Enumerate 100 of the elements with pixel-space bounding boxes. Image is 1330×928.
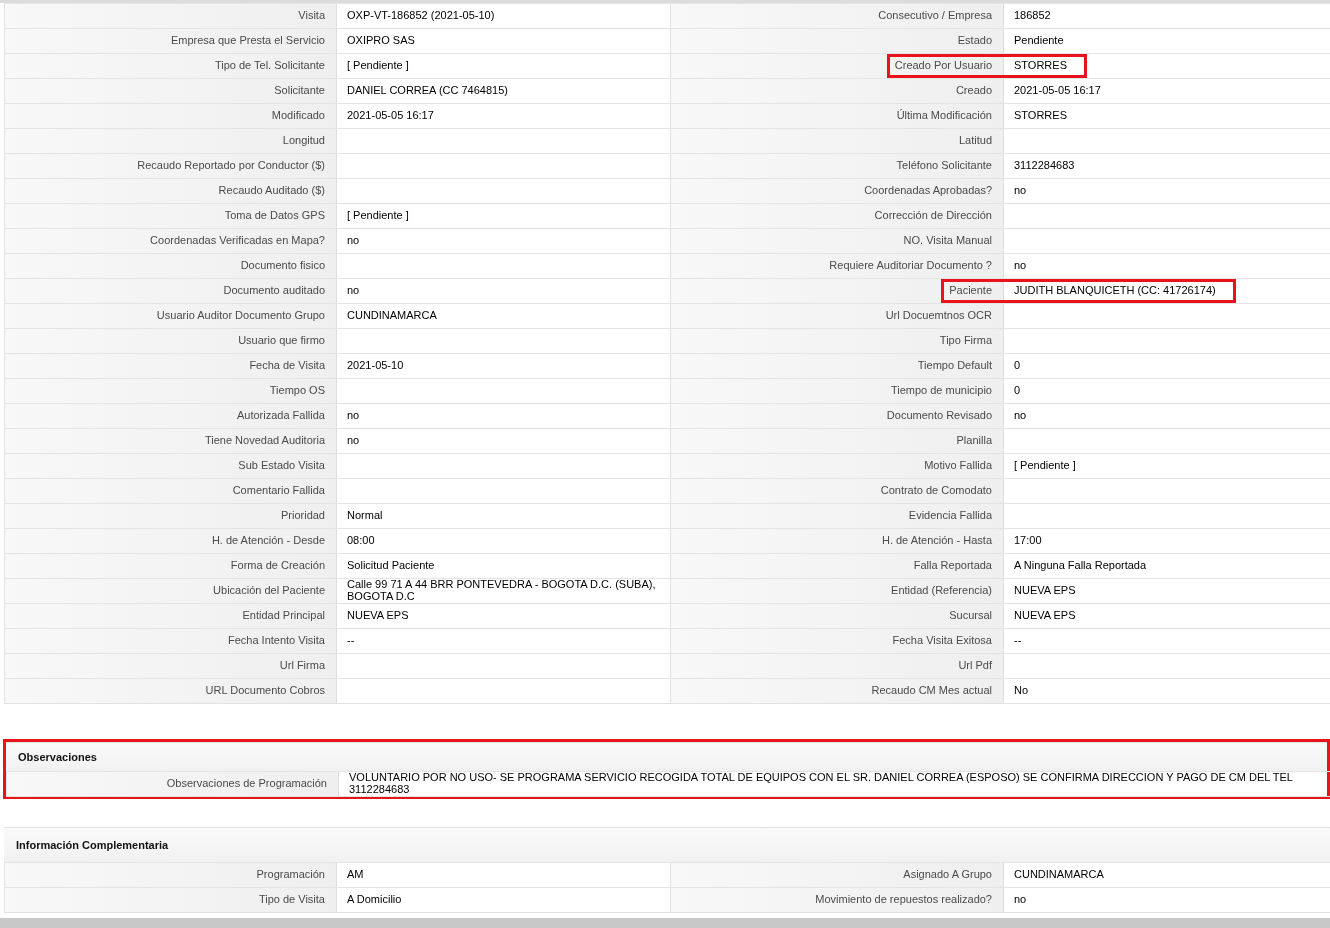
field-value: Calle 99 71 A 44 BRR PONTEVEDRA - BOGOTA D.C. (SUBA), BOGOTA D.C	[346, 579, 657, 603]
field-label: Requiere Auditoriar Documento ?	[670, 254, 1004, 278]
field-label: Observaciones de Programación	[6, 772, 339, 796]
field-label: Tipo de Visita	[4, 888, 337, 912]
field-label: Tiene Novedad Auditoria	[4, 429, 337, 453]
field-label: Tipo Firma	[670, 329, 1004, 353]
field-value: 0	[1013, 358, 1022, 374]
field-value: 2021-05-10	[346, 358, 405, 374]
field-value: Solicitud Paciente	[346, 558, 436, 574]
field-value: AM	[346, 867, 365, 883]
field-label: Motivo Fallida	[670, 454, 1004, 478]
field-value: 08:00	[346, 533, 376, 549]
field-label: Empresa que Presta el Servicio	[4, 29, 337, 53]
field-label: Recaudo Auditado ($)	[4, 179, 337, 203]
field-value: no	[1013, 892, 1028, 908]
field-label: Fecha de Visita	[4, 354, 337, 378]
field-label: Programación	[4, 863, 337, 887]
field-label: Entidad Principal	[4, 604, 337, 628]
field-label: Estado	[670, 29, 1004, 53]
field-label: Fecha Intento Visita	[4, 629, 337, 653]
field-label: Recaudo Reportado por Conductor ($)	[4, 154, 337, 178]
field-value: no	[1013, 258, 1028, 274]
field-label: Planilla	[670, 429, 1004, 453]
field-value: NUEVA EPS	[346, 608, 410, 624]
field-label: Coordenadas Verificadas en Mapa?	[4, 229, 337, 253]
field-label: Visita	[4, 4, 337, 28]
field-value: JUDITH BLANQUICETH (CC: 41726174)	[1013, 283, 1217, 299]
field-value: 17:00	[1013, 533, 1043, 549]
field-value: no	[1013, 183, 1028, 199]
field-label: Comentario Fallida	[4, 479, 337, 503]
field-label: Paciente	[670, 279, 1004, 303]
field-value: [ Pendiente ]	[346, 58, 410, 74]
field-label: Forma de Creación	[4, 554, 337, 578]
field-value: STORRES	[1013, 58, 1068, 74]
scrollbar[interactable]	[0, 918, 1330, 928]
field-label: Modificado	[4, 104, 337, 128]
field-value: NUEVA EPS	[1013, 608, 1077, 624]
field-label: Tiempo de municipio	[670, 379, 1004, 403]
field-label: Sub Estado Visita	[4, 454, 337, 478]
field-label: Teléfono Solicitante	[670, 154, 1004, 178]
field-value: 186852	[1013, 8, 1052, 24]
field-value: 2021-05-05 16:17	[346, 108, 435, 124]
field-label: Corrección de Dirección	[670, 204, 1004, 228]
field-label: Creado	[670, 79, 1004, 103]
field-label: Url Docuemtnos OCR	[670, 304, 1004, 328]
field-value: no	[346, 433, 361, 449]
field-label: Solicitante	[4, 79, 337, 103]
field-label: Url Firma	[4, 654, 337, 678]
field-value: DANIEL CORREA (CC 7464815)	[346, 83, 509, 99]
field-label: Ubicación del Paciente	[4, 579, 337, 603]
field-value: no	[346, 233, 361, 249]
field-value: CUNDINAMARCA	[346, 308, 438, 324]
field-label: H. de Atención - Desde	[4, 529, 337, 553]
field-label: Autorizada Fallida	[4, 404, 337, 428]
field-value: Normal	[346, 508, 384, 524]
field-label: Evidencia Fallida	[670, 504, 1004, 528]
field-value: A Ninguna Falla Reportada	[1013, 558, 1148, 574]
field-value: --	[346, 633, 356, 649]
field-label: Consecutivo / Empresa	[670, 4, 1004, 28]
field-label: Entidad (Referencia)	[670, 579, 1004, 603]
field-label: Tipo de Tel. Solicitante	[4, 54, 337, 78]
field-label: Usuario que firmo	[4, 329, 337, 353]
field-value: OXP-VT-186852 (2021-05-10)	[346, 8, 496, 24]
field-label: Creado Por Usuario	[670, 54, 1004, 78]
field-value: --	[1013, 633, 1023, 649]
field-label: Sucursal	[670, 604, 1004, 628]
field-label: Contrato de Comodato	[670, 479, 1004, 503]
section-title: Observaciones	[6, 742, 1330, 771]
field-label: Documento fisico	[4, 254, 337, 278]
field-label: Tiempo OS	[4, 379, 337, 403]
field-label: Usuario Auditor Documento Grupo	[4, 304, 337, 328]
field-value: STORRES	[1013, 108, 1068, 124]
field-label: H. de Atención - Hasta	[670, 529, 1004, 553]
section-title: Información Complementaria	[4, 827, 1330, 862]
field-label: Toma de Datos GPS	[4, 204, 337, 228]
field-label: Fecha Visita Exitosa	[670, 629, 1004, 653]
field-label: Documento auditado	[4, 279, 337, 303]
field-value: CUNDINAMARCA	[1013, 867, 1105, 883]
field-label: Latitud	[670, 129, 1004, 153]
field-label: Url Pdf	[670, 654, 1004, 678]
field-label: Documento Revisado	[670, 404, 1004, 428]
field-label: Recaudo CM Mes actual	[670, 679, 1004, 703]
field-value: OXIPRO SAS	[346, 33, 416, 49]
field-value: no	[346, 408, 361, 424]
field-label: Asignado A Grupo	[670, 863, 1004, 887]
field-value: NUEVA EPS	[1013, 583, 1077, 599]
field-value: [ Pendiente ]	[346, 208, 410, 224]
field-value: No	[1013, 683, 1030, 699]
field-value: 2021-05-05 16:17	[1013, 83, 1102, 99]
field-label: Tiempo Default	[670, 354, 1004, 378]
field-value: Pendiente	[1013, 33, 1065, 49]
field-label: Movimiento de repuestos realizado?	[670, 888, 1004, 912]
field-label: URL Documento Cobros	[4, 679, 337, 703]
field-value: no	[346, 283, 361, 299]
field-label: Última Modificación	[670, 104, 1004, 128]
field-label: Coordenadas Aprobadas?	[670, 179, 1004, 203]
field-label: Longitud	[4, 129, 337, 153]
field-value: A Domicilio	[346, 892, 403, 908]
field-value: no	[1013, 408, 1028, 424]
field-label: Falla Reportada	[670, 554, 1004, 578]
